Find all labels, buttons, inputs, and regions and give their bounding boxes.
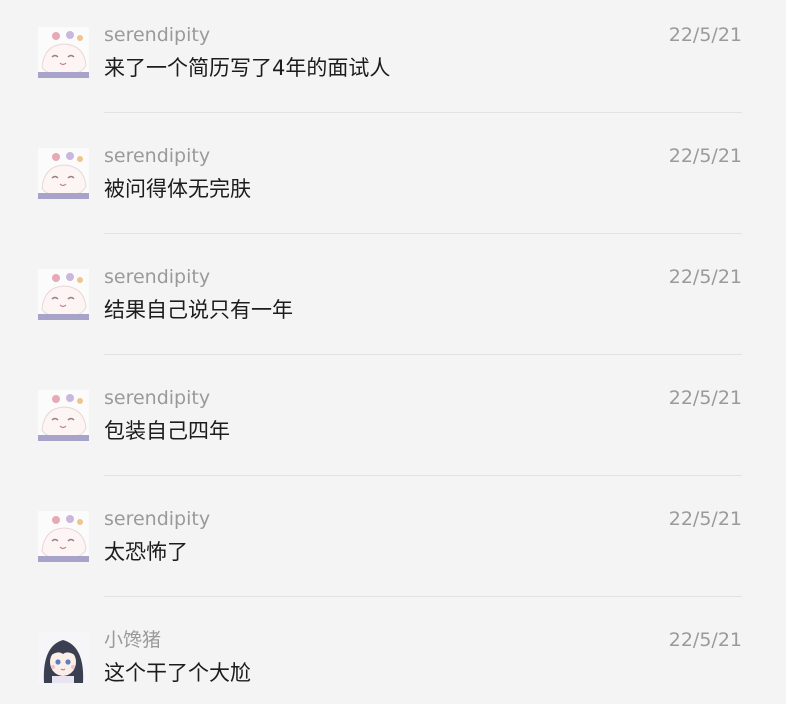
message-timestamp: 22/5/21	[668, 145, 742, 167]
divider	[104, 233, 742, 234]
message-text: 包装自己四年	[104, 419, 230, 443]
message-text: 来了一个简历写了4年的面试人	[104, 56, 391, 80]
divider	[104, 354, 742, 355]
sender-name[interactable]: serendipity	[104, 265, 210, 289]
cat-avatar-icon[interactable]	[38, 269, 89, 320]
message-timestamp: 22/5/21	[668, 24, 742, 46]
message-text: 太恐怖了	[104, 540, 188, 564]
message-item[interactable]: serendipity 22/5/21 结果自己说只有一年	[0, 242, 786, 363]
message-item[interactable]: serendipity 22/5/21 来了一个简历写了4年的面试人	[0, 0, 786, 121]
cat-avatar-icon[interactable]	[38, 511, 89, 562]
message-item[interactable]: serendipity 22/5/21 太恐怖了	[0, 484, 786, 605]
message-timestamp: 22/5/21	[668, 629, 742, 651]
message-item[interactable]: serendipity 22/5/21 被问得体无完肤	[0, 121, 786, 242]
sender-name[interactable]: serendipity	[104, 386, 210, 410]
sender-name[interactable]: serendipity	[104, 23, 210, 47]
divider	[104, 112, 742, 113]
divider	[104, 475, 742, 476]
sender-name[interactable]: serendipity	[104, 144, 210, 168]
message-item[interactable]: 小馋猪 22/5/21 这个干了个大尬	[0, 605, 786, 704]
chat-message-list: serendipity 22/5/21 来了一个简历写了4年的面试人 seren…	[0, 0, 786, 704]
anime-girl-avatar-icon[interactable]	[38, 632, 89, 683]
cat-avatar-icon[interactable]	[38, 390, 89, 441]
message-timestamp: 22/5/21	[668, 266, 742, 288]
cat-avatar-icon[interactable]	[38, 148, 89, 199]
divider	[104, 596, 742, 597]
message-text: 被问得体无完肤	[104, 177, 251, 201]
message-text: 结果自己说只有一年	[104, 298, 293, 322]
message-timestamp: 22/5/21	[668, 387, 742, 409]
cat-avatar-icon[interactable]	[38, 27, 89, 78]
sender-name[interactable]: serendipity	[104, 507, 210, 531]
message-text: 这个干了个大尬	[104, 661, 251, 685]
message-item[interactable]: serendipity 22/5/21 包装自己四年	[0, 363, 786, 484]
sender-name[interactable]: 小馋猪	[104, 628, 161, 652]
message-timestamp: 22/5/21	[668, 508, 742, 530]
